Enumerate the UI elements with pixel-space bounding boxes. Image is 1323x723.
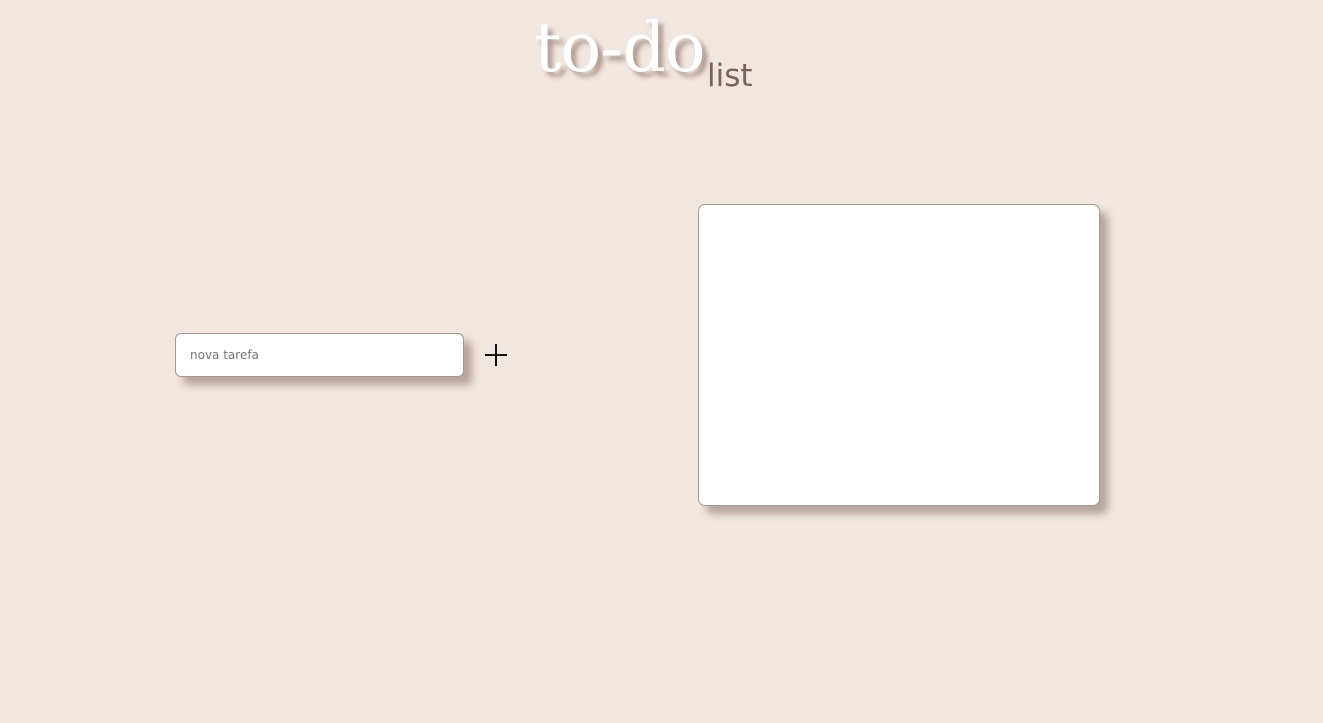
plus-icon [484,343,508,367]
todo-app: to-do list [0,0,1323,723]
title-sub-text: list [707,58,753,94]
new-task-input[interactable] [175,333,464,377]
task-list-panel [698,204,1100,506]
add-task-button[interactable] [484,343,508,367]
title-main-text: to-do [534,9,706,88]
